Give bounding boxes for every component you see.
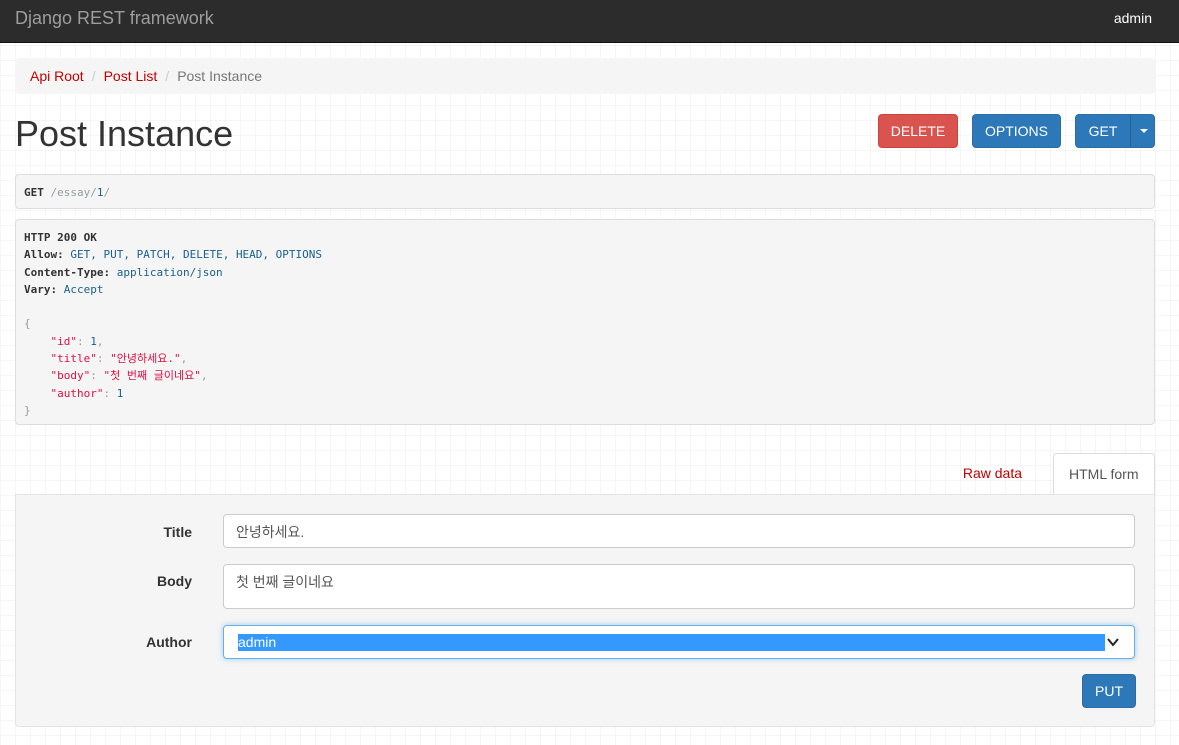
response-header-value: application/json bbox=[116, 265, 223, 279]
json-value: "안녕하세요." bbox=[110, 352, 181, 366]
tab-html-form[interactable]: HTML form bbox=[1053, 453, 1155, 495]
brand-link[interactable]: Django REST framework bbox=[15, 8, 214, 29]
user-menu[interactable]: admin bbox=[1114, 10, 1152, 26]
json-open-brace: { bbox=[24, 317, 31, 331]
chevron-down-icon bbox=[1107, 638, 1119, 647]
breadcrumb-post-list[interactable]: Post List bbox=[104, 68, 158, 84]
tab-raw-data[interactable]: Raw data bbox=[947, 453, 1038, 495]
get-button-group: GET bbox=[1075, 114, 1155, 148]
response-info: HTTP 200 OK Allow: GET, PUT, PATCH, DELE… bbox=[15, 219, 1155, 425]
put-button[interactable]: PUT bbox=[1082, 674, 1136, 708]
caret-down-icon bbox=[1139, 129, 1148, 133]
response-header-name: Allow: bbox=[24, 248, 64, 262]
response-status: HTTP 200 OK bbox=[24, 231, 97, 244]
body-label: Body bbox=[157, 573, 192, 589]
request-path-suffix: / bbox=[103, 186, 111, 199]
form-tabs: Raw data HTML form bbox=[15, 453, 1155, 495]
json-value: 1 bbox=[90, 334, 97, 348]
json-close-brace: } bbox=[24, 403, 31, 417]
response-header-value: Accept bbox=[63, 282, 104, 296]
delete-button[interactable]: DELETE bbox=[878, 114, 958, 148]
breadcrumb: Api Root / Post List / Post Instance bbox=[15, 58, 1155, 94]
author-selected-option: admin bbox=[238, 634, 1105, 651]
breadcrumb-current: Post Instance bbox=[177, 68, 263, 84]
json-value: "첫 번째 글이네요" bbox=[103, 369, 201, 383]
title-input[interactable]: 안녕하세요. bbox=[223, 514, 1135, 548]
breadcrumb-api-root[interactable]: Api Root bbox=[30, 68, 84, 84]
get-format-dropdown[interactable] bbox=[1130, 115, 1154, 147]
response-header-name: Content-Type: bbox=[24, 265, 111, 279]
breadcrumb-separator: / bbox=[165, 68, 170, 84]
title-label: Title bbox=[163, 524, 192, 540]
response-header-value: GET, PUT, PATCH, DELETE, HEAD, OPTIONS bbox=[70, 248, 323, 262]
author-label: Author bbox=[146, 634, 192, 650]
breadcrumb-separator: / bbox=[91, 68, 96, 84]
options-button[interactable]: OPTIONS bbox=[972, 114, 1061, 148]
html-form-panel: Title 안녕하세요. Body 첫 번째 글이네요 Author admin… bbox=[15, 494, 1155, 727]
author-select[interactable]: admin bbox=[223, 625, 1135, 659]
get-button[interactable]: GET bbox=[1076, 115, 1130, 147]
json-key: "author" bbox=[50, 386, 104, 400]
json-key: "id" bbox=[50, 334, 78, 348]
json-key: "title" bbox=[50, 352, 97, 366]
json-key: "body" bbox=[50, 369, 91, 383]
page-title: Post Instance bbox=[15, 113, 234, 154]
request-path-prefix: /essay/ bbox=[50, 186, 97, 199]
top-navbar: Django REST framework admin bbox=[0, 0, 1179, 43]
request-method: GET bbox=[24, 186, 44, 199]
json-value: 1 bbox=[116, 386, 124, 400]
request-info: GET /essay/1/ bbox=[15, 174, 1155, 209]
body-input[interactable]: 첫 번째 글이네요 bbox=[223, 564, 1135, 609]
response-header-name: Vary: bbox=[24, 282, 58, 296]
